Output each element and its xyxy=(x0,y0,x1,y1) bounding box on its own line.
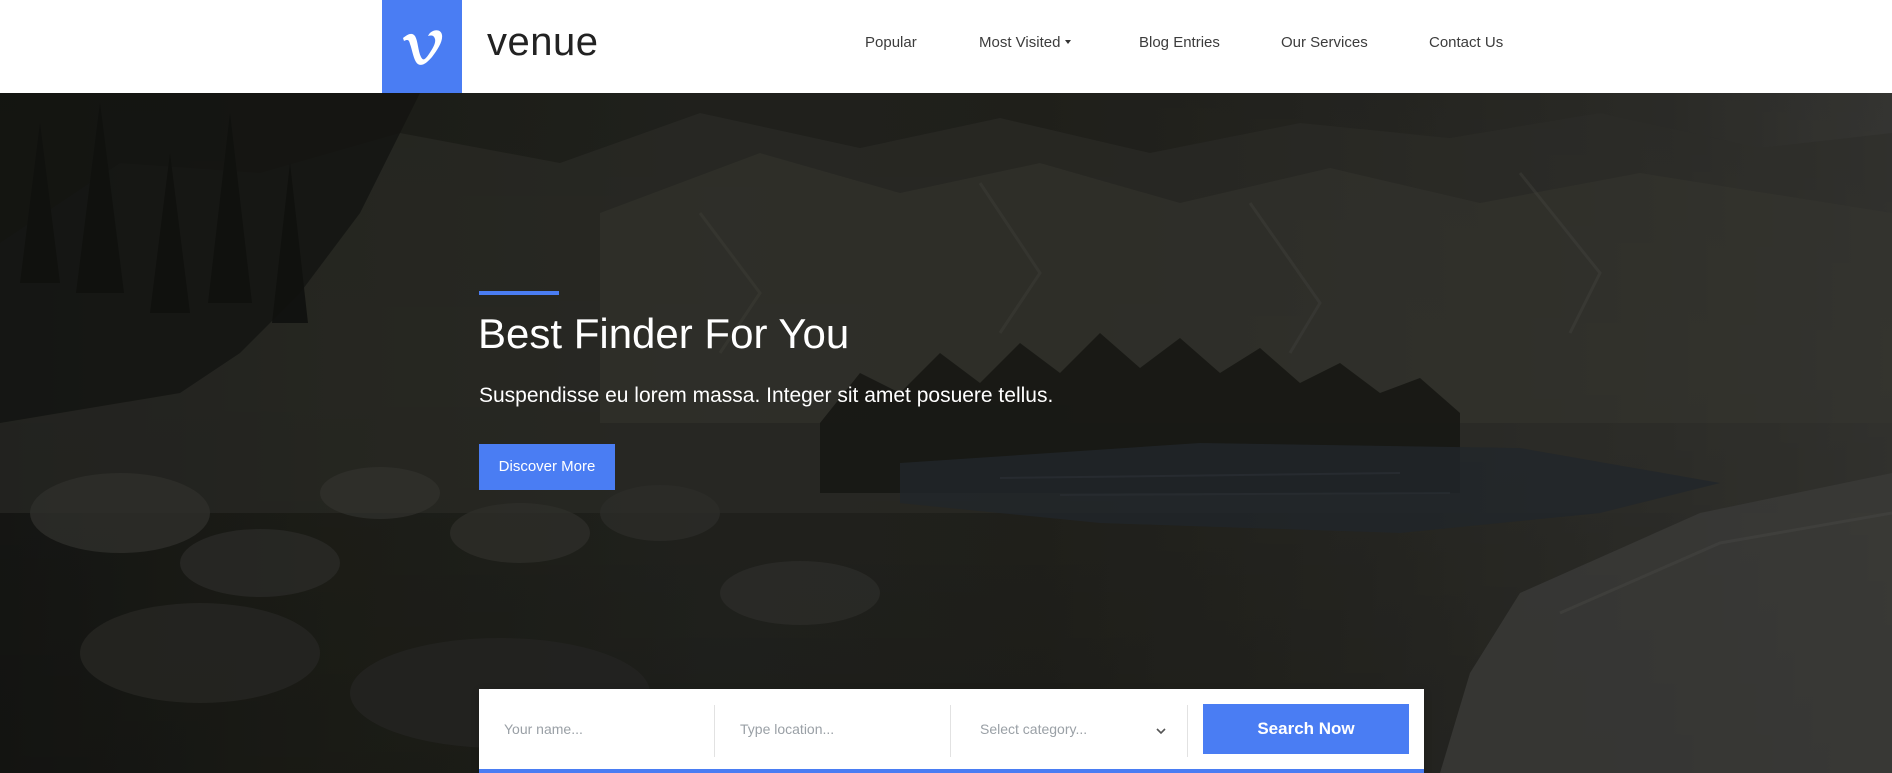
field-divider xyxy=(1187,705,1188,757)
vimeo-v-logo-icon xyxy=(403,29,443,65)
hero-title: Best Finder For You xyxy=(478,310,850,357)
nav-item-contact-us[interactable]: Contact Us xyxy=(1429,0,1503,85)
nav-item-blog-entries[interactable]: Blog Entries xyxy=(1139,0,1220,85)
search-panel: Your name... Type location... Select cat… xyxy=(479,689,1424,773)
nav-item-label: Contact Us xyxy=(1429,34,1504,51)
page: venue Popular Most Visited Blog Entries … xyxy=(0,0,1892,773)
brand-name[interactable]: venue xyxy=(487,17,598,67)
hero-accent-line xyxy=(479,291,559,295)
category-select[interactable]: Select category... xyxy=(980,704,1160,754)
chevron-down-icon[interactable] xyxy=(1156,726,1166,736)
nav-item-label: Popular xyxy=(865,34,917,51)
caret-down-icon xyxy=(1065,40,1072,45)
nav-item-label: Our Services xyxy=(1281,34,1368,51)
field-divider xyxy=(714,705,715,757)
nav-item-label: Most Visited xyxy=(979,34,1061,51)
hero-section: Best Finder For You Suspendisse eu lorem… xyxy=(0,93,1892,773)
logo[interactable] xyxy=(382,0,462,93)
discover-more-button[interactable]: Discover More xyxy=(479,444,615,490)
site-header: venue Popular Most Visited Blog Entries … xyxy=(0,0,1892,93)
nav-item-most-visited[interactable]: Most Visited xyxy=(979,0,1072,85)
search-now-button[interactable]: Search Now xyxy=(1203,704,1409,754)
nav-item-popular[interactable]: Popular xyxy=(865,0,917,85)
name-input[interactable]: Your name... xyxy=(504,704,704,754)
nav-item-label: Blog Entries xyxy=(1139,34,1220,51)
mountain-lake-landscape-image xyxy=(0,93,1892,773)
search-panel-accent-line xyxy=(479,769,1424,773)
field-divider xyxy=(950,705,951,757)
nav-item-our-services[interactable]: Our Services xyxy=(1281,0,1368,85)
hero-subtitle: Suspendisse eu lorem massa. Integer sit … xyxy=(479,384,1054,407)
location-input[interactable]: Type location... xyxy=(740,704,940,754)
